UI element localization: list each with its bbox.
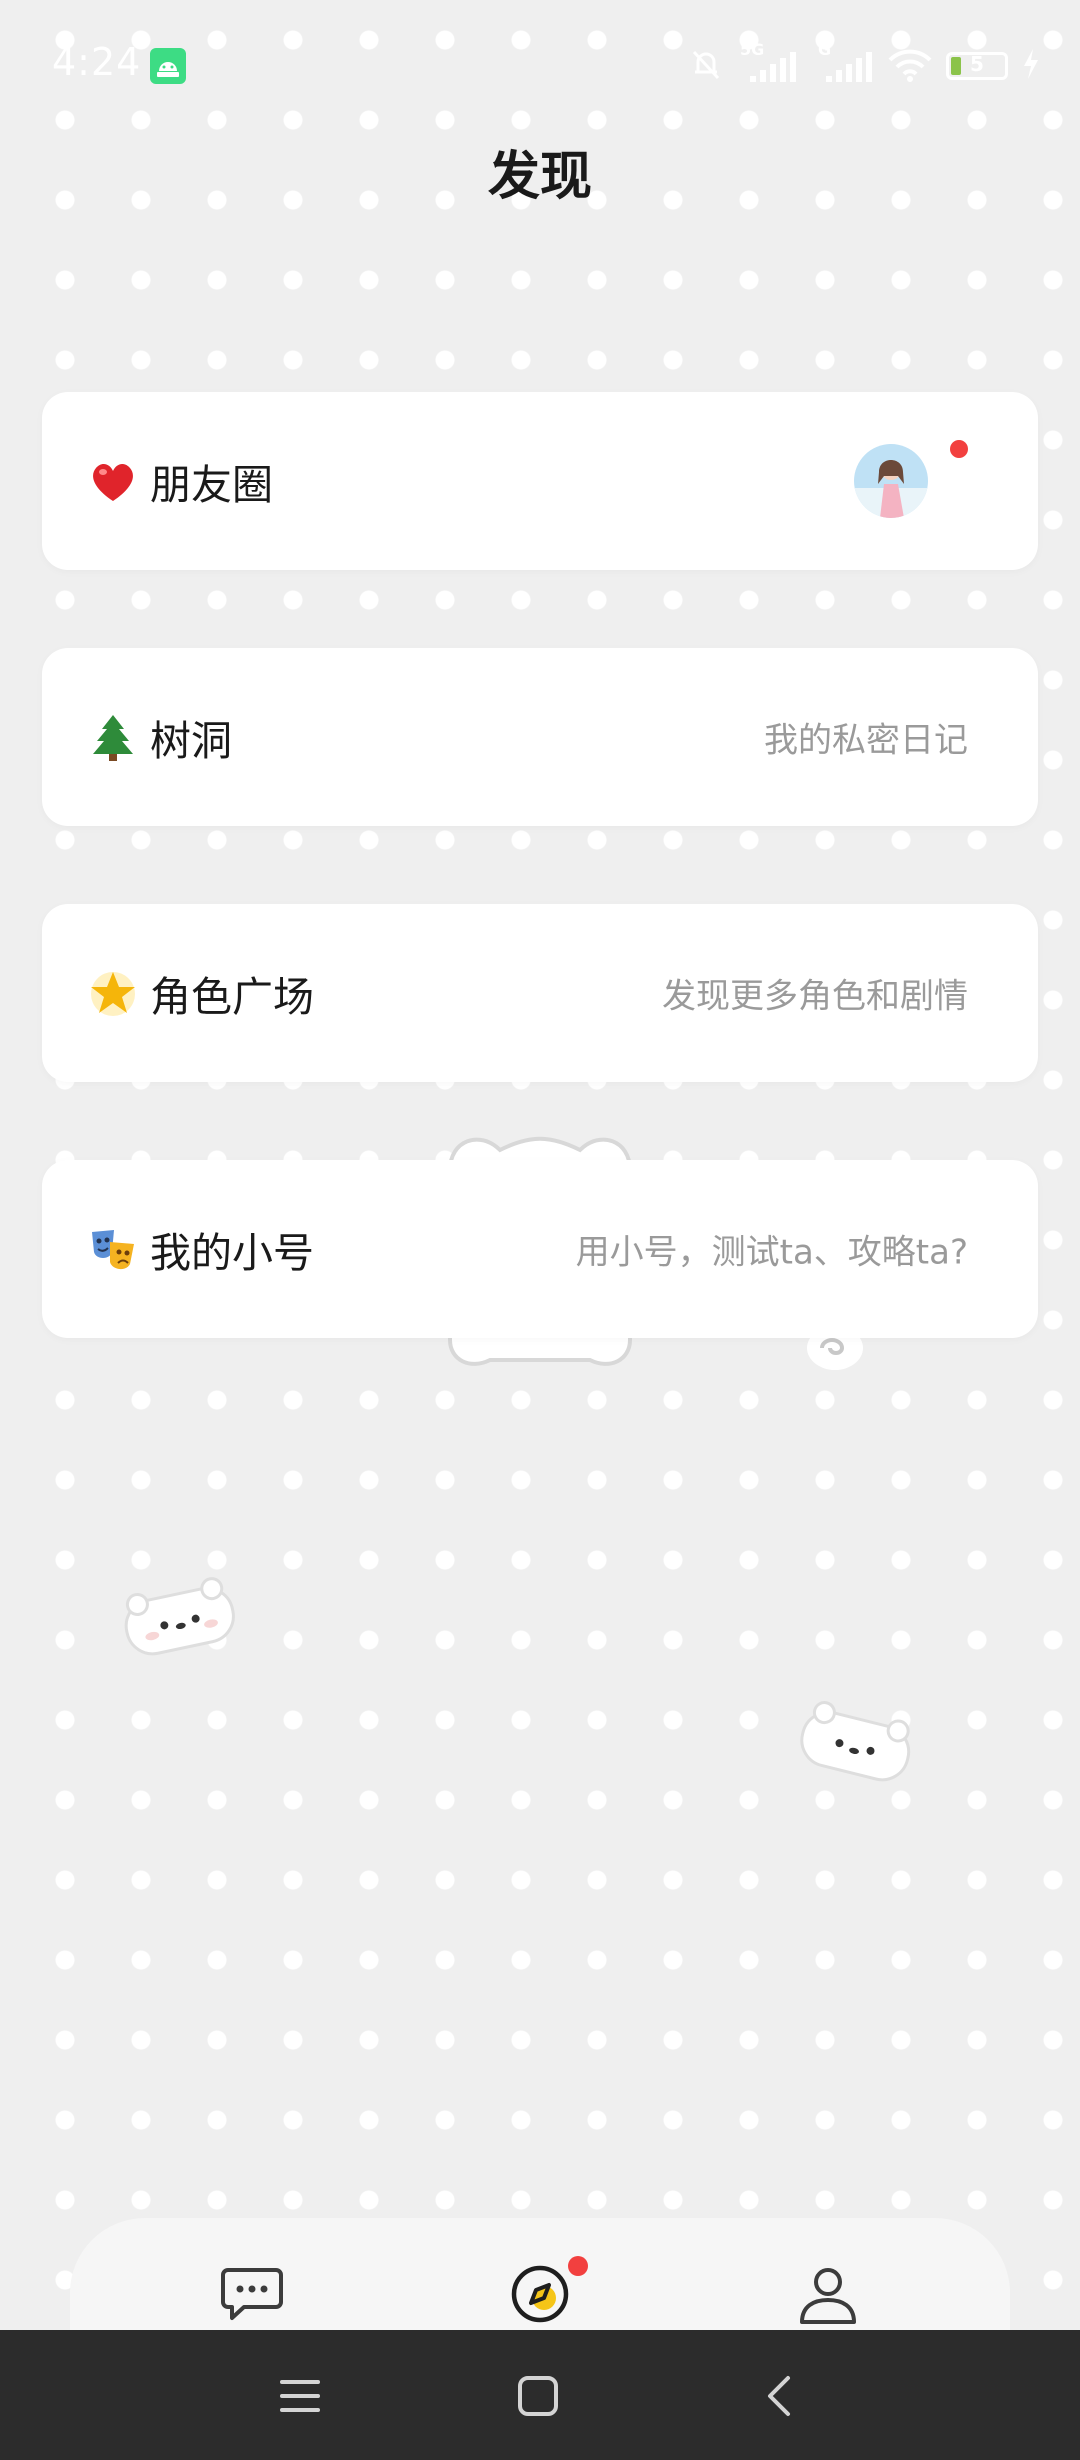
card-alt-account[interactable]: 我的小号 用小号，测试ta、攻略ta? [42,1160,1038,1338]
compass-icon [511,2265,569,2323]
system-nav-bar [0,2330,1080,2460]
avatar [854,444,928,518]
tab-messages[interactable] [212,2254,292,2334]
tab-profile[interactable] [788,2254,868,2334]
bear-face-sticker [113,1568,248,1675]
status-bar: 4:24 5G G 5 [0,0,1080,136]
menu-button[interactable] [270,2366,330,2426]
card-label: 我的小号 [150,1229,314,1277]
wifi-icon [888,44,932,88]
card-tree-hole[interactable]: 树洞 我的私密日记 [42,648,1038,826]
battery-level: 5 [970,52,984,76]
card-subtitle: 用小号，测试ta、攻略ta? [575,1232,968,1273]
card-character-plaza[interactable]: 角色广场 发现更多角色和剧情 [42,904,1038,1082]
android-notification-icon [150,48,186,84]
card-subtitle: 发现更多角色和剧情 [662,976,968,1017]
card-label: 朋友圈 [150,461,273,509]
home-button[interactable] [508,2366,568,2426]
chat-bubble-icon [221,2268,283,2320]
status-icons: 5G G 5 [686,40,1040,88]
menu-icon [280,2380,320,2412]
status-time: 4:24 [52,40,142,84]
charging-icon [1022,49,1040,83]
discover-tab-badge [568,2256,588,2276]
home-icon [518,2376,558,2416]
bear-face-sticker [787,1692,924,1803]
page-title: 发现 [487,147,592,207]
battery-icon: 5 [946,52,1008,80]
glowing-star-icon [88,968,138,1018]
heart-icon [88,456,138,506]
signal-5g-icon: 5G [740,40,804,86]
card-label: 角色广场 [150,973,314,1021]
back-icon [768,2376,790,2416]
performing-arts-icon [88,1224,138,1274]
card-moments[interactable]: 朋友圈 [42,392,1038,570]
evergreen-tree-icon [88,712,138,762]
card-subtitle: 我的私密日记 [764,720,968,761]
new-moment-badge [950,440,968,458]
signal-g-icon: G [818,40,874,86]
card-label: 树洞 [150,717,232,765]
back-button[interactable] [750,2366,810,2426]
bell-muted-icon [686,44,726,88]
profile-icon [800,2268,856,2324]
